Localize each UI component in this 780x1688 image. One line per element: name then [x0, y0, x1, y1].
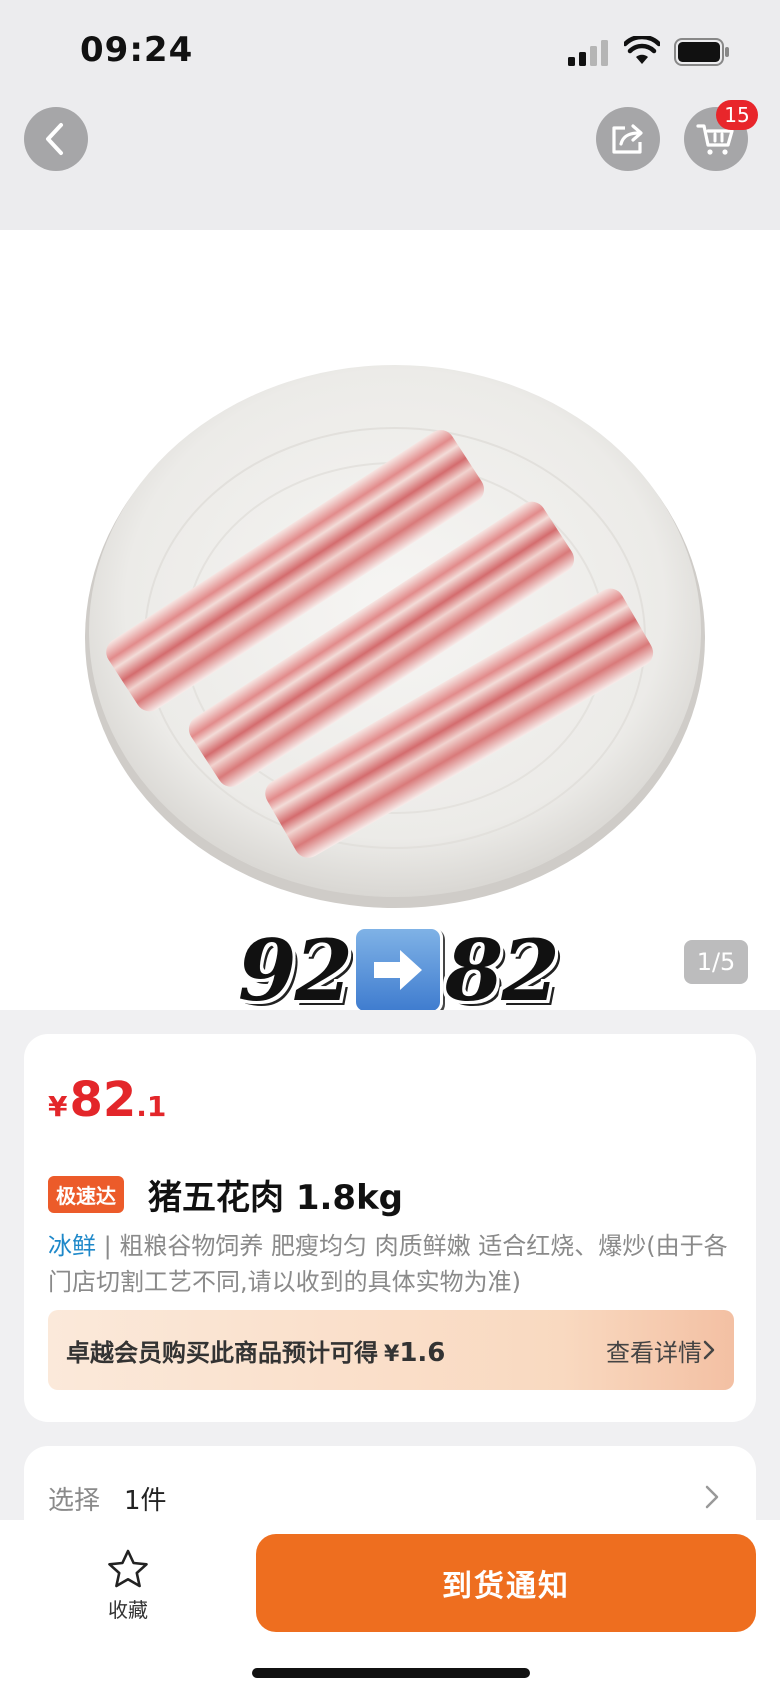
image-page-counter: 1/5	[684, 940, 748, 984]
wifi-icon	[624, 36, 660, 64]
star-icon	[108, 1549, 148, 1588]
express-tag: 极速达	[48, 1176, 124, 1213]
chilled-label: 冰鲜	[48, 1232, 96, 1260]
view-details-label: 查看详情	[606, 1338, 702, 1367]
arrival-notify-button[interactable]: 到货通知	[256, 1534, 756, 1632]
signal-icon	[568, 40, 608, 66]
chevron-right-icon	[703, 1340, 715, 1360]
promo-price-overlay: 92 82	[238, 921, 560, 1010]
product-image	[85, 365, 705, 908]
member-benefit-text: 卓越会员购买此商品预计可得 ¥1.6	[66, 1333, 445, 1368]
member-benefit-banner[interactable]: 卓越会员购买此商品预计可得 ¥1.6 查看详情	[48, 1310, 734, 1390]
promo-old-price: 92	[238, 920, 353, 1011]
product-price: ¥ 82 .1	[48, 1072, 166, 1128]
price-integer: 82	[69, 1072, 137, 1128]
home-indicator	[252, 1668, 530, 1678]
product-title: 猪五花肉 1.8kg	[148, 1178, 404, 1218]
chevron-right-icon	[705, 1485, 719, 1509]
status-time: 09:24	[80, 30, 194, 70]
member-value: 1.6	[399, 1337, 446, 1368]
member-currency: ¥	[384, 1341, 400, 1367]
share-icon	[612, 124, 643, 154]
status-bar: 09:24	[0, 0, 780, 100]
select-label: 选择	[48, 1486, 101, 1516]
nav-bar: 15	[0, 100, 780, 230]
member-benefit-amount: ¥1.6	[384, 1338, 445, 1368]
product-title-row: 极速达 猪五花肉 1.8kg	[48, 1170, 403, 1219]
view-details-link[interactable]: 查看详情	[606, 1333, 716, 1368]
promo-new-price: 82	[444, 920, 560, 1011]
description-text: | 粗粮谷物饲养 肥瘦均匀 肉质鲜嫩 适合红烧、爆炒(由于各门店切割工艺不同,请…	[48, 1232, 728, 1296]
arrow-right-icon	[352, 926, 443, 1010]
product-info-card: ¥ 82 .1 极速达 猪五花肉 1.8kg 冰鲜 | 粗粮谷物饲养 肥瘦均匀 …	[24, 1034, 756, 1422]
chevron-left-icon	[46, 123, 63, 155]
product-gallery[interactable]: 92 82 1/5	[0, 230, 780, 1010]
price-decimal: .1	[136, 1090, 167, 1123]
price-currency: ¥	[48, 1090, 68, 1123]
share-button[interactable]	[596, 107, 660, 171]
product-description: 冰鲜 | 粗粮谷物饲养 肥瘦均匀 肉质鲜嫩 适合红烧、爆炒(由于各门店切割工艺不…	[48, 1228, 738, 1300]
bottom-action-bar: 收藏 到货通知	[0, 1520, 780, 1688]
favorite-label: 收藏	[108, 1598, 148, 1622]
member-benefit-label: 卓越会员购买此商品预计可得	[66, 1338, 378, 1367]
favorite-button[interactable]: 收藏	[98, 1548, 158, 1623]
select-value: 1件	[124, 1486, 167, 1516]
cart-count-badge: 15	[716, 100, 758, 130]
battery-icon	[674, 38, 729, 66]
back-button[interactable]	[24, 107, 88, 171]
